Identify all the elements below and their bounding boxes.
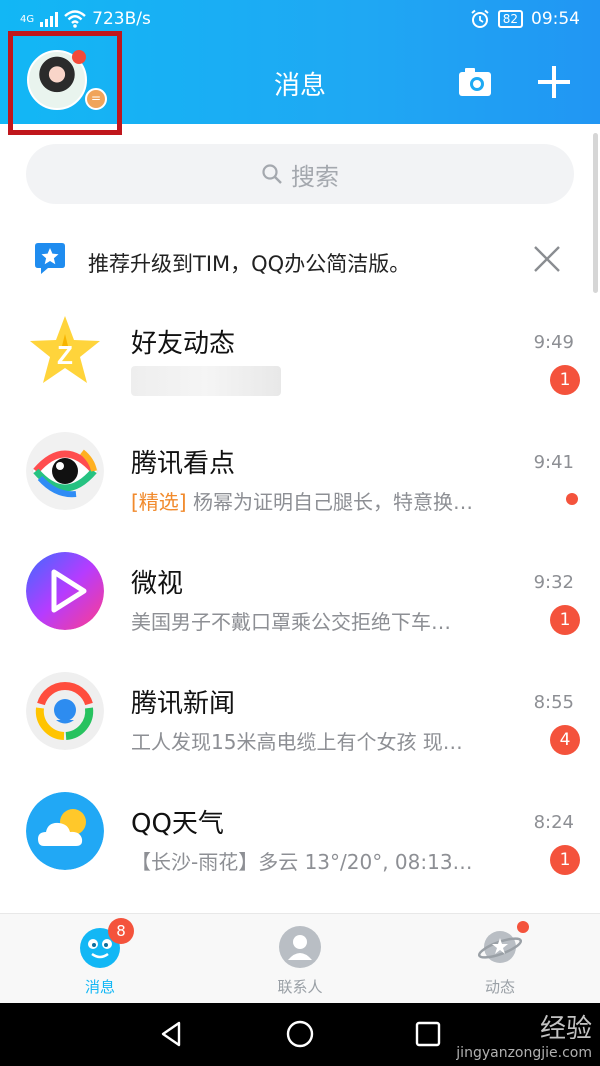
conversation-name: 腾讯新闻 xyxy=(131,689,236,719)
search-input[interactable]: 搜索 xyxy=(26,144,574,204)
wifi-icon xyxy=(64,10,86,28)
clock-time: 09:54 xyxy=(531,9,580,29)
list-item[interactable]: QQ天气 【长沙-雨花】多云 13°/20°, 08:13… 8:24 1 xyxy=(0,776,600,896)
conversation-name: QQ天气 xyxy=(131,809,224,839)
unread-count-badge: 1 xyxy=(550,605,580,635)
conversation-name: 微视 xyxy=(131,569,184,599)
conversation-preview: 美国男子不戴口罩乘公交拒绝下车… xyxy=(131,610,451,634)
conversation-name: 好友动态 xyxy=(131,329,236,359)
conversation-time: 9:41 xyxy=(533,452,574,473)
conversation-preview xyxy=(131,366,281,401)
unread-count-badge: 4 xyxy=(550,725,580,755)
bottom-tab-bar: 8 消息 联系人 动态 xyxy=(0,913,600,1003)
blurred-preview xyxy=(131,366,281,396)
list-item[interactable]: 微视 美国男子不戴口罩乘公交拒绝下车… 9:32 1 xyxy=(0,536,600,656)
list-item[interactable]: Z 好友动态 9:49 1 xyxy=(0,296,600,416)
network-speed: 723B/s xyxy=(92,9,151,29)
unread-count-badge: 1 xyxy=(550,365,580,395)
conversation-preview: 【长沙-雨花】多云 13°/20°, 08:13… xyxy=(131,850,473,874)
list-item[interactable]: 腾讯看点 [精选] 杨幂为证明自己腿长，特意换… 9:41 xyxy=(0,416,600,536)
close-icon[interactable] xyxy=(530,242,564,276)
weishi-play-icon xyxy=(26,552,104,630)
conversation-name: 腾讯看点 xyxy=(131,449,236,479)
tab-label: 动态 xyxy=(484,978,515,996)
tab-label: 消息 xyxy=(84,978,115,996)
watermark: 经验 jingyanzongjie.com xyxy=(456,1008,592,1061)
conversation-time: 9:32 xyxy=(533,572,574,593)
tim-star-icon xyxy=(35,243,65,274)
tab-icon-container xyxy=(477,921,529,970)
tim-promo-banner[interactable]: 推荐升级到TIM，QQ办公简洁版。 xyxy=(0,228,600,294)
tab-messages[interactable]: 8 消息 xyxy=(50,918,150,997)
feed-planet-icon xyxy=(477,931,523,963)
kandian-eye-icon xyxy=(26,432,104,510)
conversation-time: 8:24 xyxy=(533,812,574,833)
conversation-time: 8:55 xyxy=(533,692,574,713)
tab-icon-container: 8 xyxy=(77,918,134,970)
conversation-preview: [精选] 杨幂为证明自己腿长，特意换… xyxy=(131,486,473,515)
search-placeholder: 搜索 xyxy=(291,162,339,191)
conversation-time: 9:49 xyxy=(533,332,574,353)
contacts-person-icon xyxy=(279,926,321,968)
alarm-icon xyxy=(471,9,489,28)
network-type: 4G xyxy=(20,13,35,25)
watermark-title: 经验 xyxy=(539,1014,592,1044)
avatar-highlight-box[interactable]: = xyxy=(8,31,122,135)
weather-cloud-icon xyxy=(26,792,104,870)
signal-icon xyxy=(40,11,59,27)
svg-text:Z: Z xyxy=(57,340,73,370)
banner-text: 推荐升级到TIM，QQ办公简洁版。 xyxy=(88,252,411,276)
avatar-status-badge: = xyxy=(85,88,107,110)
list-item[interactable]: 腾讯新闻 工人发现15米高电缆上有个女孩 现… 8:55 4 xyxy=(0,656,600,776)
tab-contacts[interactable]: 联系人 xyxy=(250,924,350,997)
tab-label: 联系人 xyxy=(277,978,323,996)
search-icon xyxy=(262,164,282,184)
tab-feed[interactable]: 动态 xyxy=(450,921,550,997)
preview-text: 杨幂为证明自己腿长，特意换… xyxy=(186,490,473,514)
home-icon[interactable] xyxy=(285,1019,315,1049)
watermark-url: jingyanzongjie.com xyxy=(456,1045,592,1061)
plus-icon[interactable] xyxy=(536,64,572,100)
recents-icon[interactable] xyxy=(413,1019,443,1049)
battery-level: 82 xyxy=(502,12,518,26)
tencent-news-icon xyxy=(26,672,104,750)
back-icon[interactable] xyxy=(157,1019,187,1049)
qzone-star-icon: Z xyxy=(30,316,100,383)
tab-icon-container xyxy=(277,924,323,970)
tab-unread-badge: 8 xyxy=(108,918,134,944)
battery-icon: 82 xyxy=(497,10,523,28)
preview-tag: [精选] xyxy=(131,490,187,514)
avatar-notification-dot xyxy=(72,50,86,64)
unread-count-badge: 1 xyxy=(550,845,580,875)
tab-notification-dot xyxy=(517,921,529,933)
camera-icon[interactable] xyxy=(457,65,493,101)
conversation-preview: 工人发现15米高电缆上有个女孩 现… xyxy=(131,730,463,754)
conversation-list: Z 好友动态 9:49 1 腾讯看点 [精选] 杨幂为证明自己腿长，特意换… 9… xyxy=(0,296,600,896)
unread-dot xyxy=(566,493,578,505)
